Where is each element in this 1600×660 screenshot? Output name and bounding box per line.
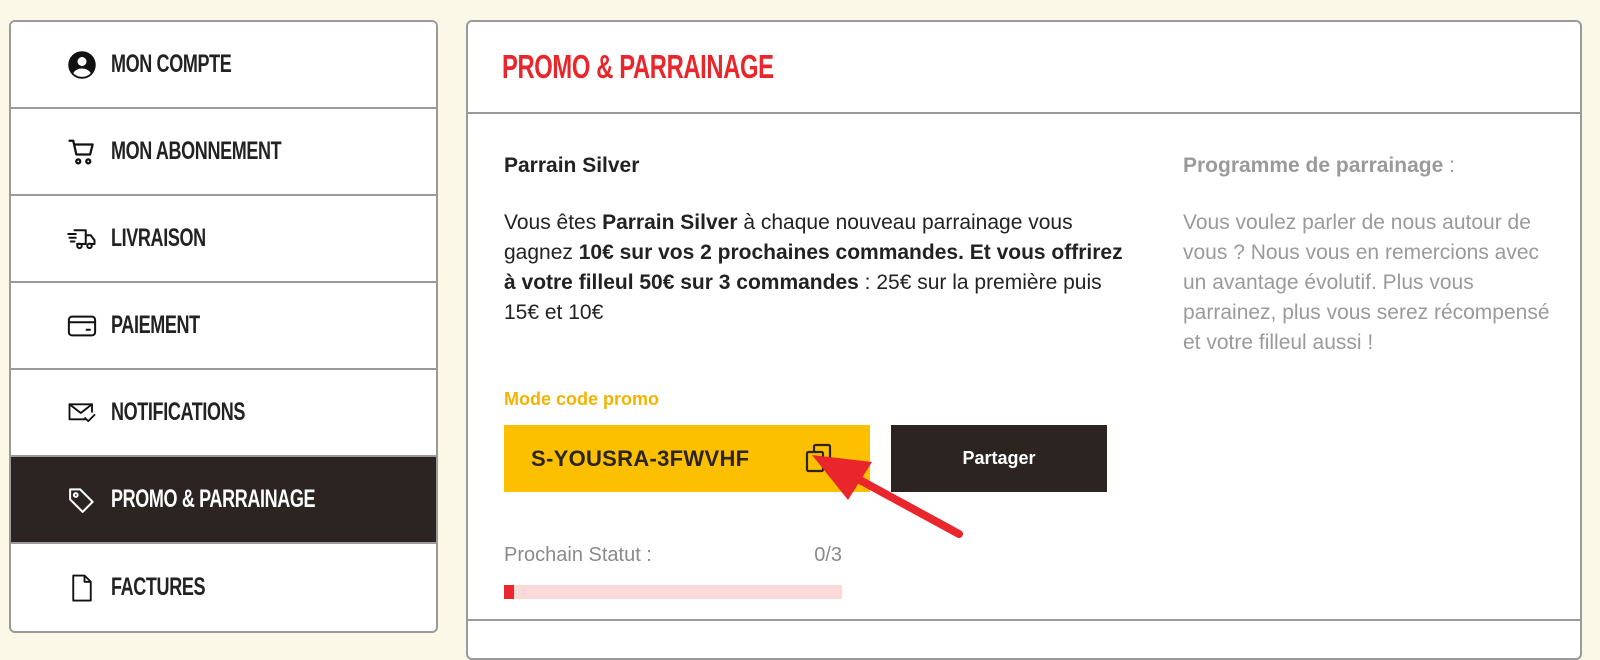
status-progress-bar (504, 585, 842, 599)
sidebar-item-notifications[interactable]: Notifications (11, 370, 436, 457)
sidebar-item-label: Mon compte (111, 50, 232, 78)
program-description: Vous voulez parler de nous autour de vou… (1183, 211, 1550, 354)
sidebar-item-label: Promo & Parrainage (111, 485, 316, 513)
sidebar-item-label: Paiement (111, 311, 200, 339)
referral-tier: Parrain Silver (504, 154, 640, 177)
page-title: PROMO & PARRAINAGE (502, 48, 774, 85)
program-info-section: Programme de parrainage : Vous voulez pa… (1183, 154, 1563, 358)
copy-icon[interactable] (804, 442, 834, 474)
promo-code: S-YOUSRA-3FWVHF (531, 445, 750, 471)
next-status-row: Prochain Statut : 0/3 (504, 544, 842, 567)
delivery-truck-icon (66, 223, 98, 255)
sidebar-item-mon-compte[interactable]: Mon compte (11, 22, 436, 109)
referral-status-section: Parrain Silver Vous êtes Parrain Silver … (504, 154, 1124, 599)
shopping-cart-icon (66, 136, 98, 168)
program-title-text: Programme de parrainage (1183, 154, 1444, 177)
sidebar-item-livraison[interactable]: Livraison (11, 196, 436, 283)
promo-mode-label: Mode code promo (504, 389, 660, 409)
sidebar-item-label: Notifications (111, 398, 245, 426)
mail-check-icon (66, 397, 98, 429)
share-button[interactable]: Partager (891, 425, 1107, 492)
sidebar-item-label: Mon abonnement (111, 137, 282, 165)
credit-card-icon (66, 310, 98, 342)
referral-description: Vous êtes Parrain Silver à chaque nouvea… (504, 208, 1124, 328)
sidebar-item-label: Factures (111, 573, 206, 601)
progress-fill (504, 585, 515, 599)
program-title: Programme de parrainage : (1183, 154, 1563, 178)
sidebar-item-mon-abonnement[interactable]: Mon abonnement (11, 109, 436, 196)
tag-icon (66, 484, 98, 516)
sidebar-item-paiement[interactable]: Paiement (11, 283, 436, 370)
program-title-suffix: : (1443, 154, 1455, 177)
file-icon (66, 572, 98, 604)
promo-code-box[interactable]: S-YOUSRA-3FWVHF (504, 425, 870, 492)
desc-text: Vous êtes (504, 211, 603, 234)
account-circle-icon (66, 49, 98, 81)
next-status-label: Prochain Statut : (504, 544, 652, 566)
sidebar-item-label: Livraison (111, 224, 206, 252)
account-sidebar: Mon compte Mon abonnement Livraison Paie… (9, 20, 438, 633)
desc-bold: Parrain Silver (602, 211, 738, 234)
sidebar-item-promo-parrainage[interactable]: Promo & Parrainage (11, 457, 436, 544)
next-status-value: 0/3 (814, 544, 842, 566)
sidebar-item-factures[interactable]: Factures (11, 544, 436, 631)
divider (468, 619, 1580, 621)
promo-panel: PROMO & PARRAINAGE Parrain Silver Vous ê… (466, 20, 1582, 660)
panel-header: PROMO & PARRAINAGE (468, 22, 1580, 114)
